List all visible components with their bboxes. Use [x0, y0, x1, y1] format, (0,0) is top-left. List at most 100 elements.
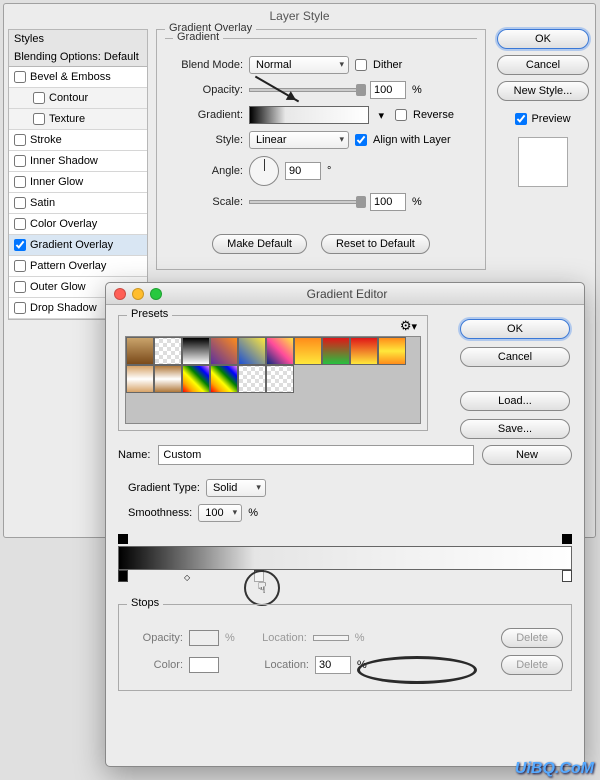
preset-swatch[interactable] [154, 365, 182, 393]
checkbox-satin[interactable] [14, 197, 26, 209]
cancel-button[interactable]: Cancel [497, 55, 589, 75]
style-select[interactable]: Linear [249, 131, 349, 149]
preset-swatch[interactable] [238, 365, 266, 393]
style-label: Color Overlay [30, 218, 97, 230]
style-item-stroke[interactable]: Stroke [9, 130, 147, 151]
align-checkbox[interactable] [355, 134, 367, 146]
save-button[interactable]: Save... [460, 419, 570, 439]
stops-legend: Stops [127, 597, 163, 609]
checkbox-contour[interactable] [33, 92, 45, 104]
style-item-texture[interactable]: Texture [9, 109, 147, 130]
dither-checkbox[interactable] [355, 59, 367, 71]
midpoint-icon[interactable]: ◇ [184, 573, 190, 582]
pct-label: % [357, 659, 367, 671]
delete-color-stop-button[interactable]: Delete [501, 655, 563, 675]
gradient-swatch[interactable]: ▾ [249, 106, 369, 124]
opacity-stops-track[interactable] [118, 534, 572, 546]
preview-checkbox[interactable] [515, 113, 527, 125]
gear-icon[interactable]: ⚙▾ [400, 318, 417, 334]
style-label: Style: [173, 134, 243, 146]
blending-options-row[interactable]: Blending Options: Default [8, 48, 148, 66]
color-stops-track[interactable]: ◇ [118, 570, 572, 586]
watermark: UiBQ.CoM [515, 760, 594, 778]
blendmode-label: Blend Mode: [173, 59, 243, 71]
preset-swatch[interactable] [350, 337, 378, 365]
color-stop[interactable] [562, 570, 572, 582]
style-item-contour[interactable]: Contour [9, 88, 147, 109]
checkbox-bevel[interactable] [14, 71, 26, 83]
opacity-label: Opacity: [173, 84, 243, 96]
opacity-input[interactable]: 100 [370, 81, 406, 99]
ok-button[interactable]: OK [497, 29, 589, 49]
make-default-button[interactable]: Make Default [212, 234, 307, 254]
preset-swatch[interactable] [266, 365, 294, 393]
slider-knob[interactable] [356, 84, 366, 96]
preset-swatch[interactable] [322, 337, 350, 365]
style-item-innershadow[interactable]: Inner Shadow [9, 151, 147, 172]
stop-opacity-location-input[interactable] [313, 635, 349, 641]
preset-swatch[interactable] [126, 365, 154, 393]
chevron-down-icon[interactable]: ▾ [378, 109, 384, 122]
checkbox-innerglow[interactable] [14, 176, 26, 188]
preset-swatch[interactable] [378, 337, 406, 365]
style-label: Contour [49, 92, 88, 104]
new-style-button[interactable]: New Style... [497, 81, 589, 101]
checkbox-patternoverlay[interactable] [14, 260, 26, 272]
color-stop[interactable] [118, 570, 128, 582]
delete-opacity-stop-button[interactable]: Delete [501, 628, 563, 648]
titlebar[interactable]: Gradient Editor [106, 283, 584, 305]
checkbox-outerglow[interactable] [14, 281, 26, 293]
smoothness-select[interactable]: 100 [198, 504, 242, 522]
angle-input[interactable]: 90 [285, 162, 321, 180]
preset-swatch[interactable] [238, 337, 266, 365]
style-label: Gradient Overlay [30, 239, 113, 251]
checkbox-dropshadow[interactable] [14, 302, 26, 314]
gradient-type-select[interactable]: Solid [206, 479, 266, 497]
layer-style-title: Layer Style [4, 4, 595, 28]
preset-swatch[interactable] [126, 337, 154, 365]
style-item-gradientoverlay[interactable]: Gradient Overlay [9, 235, 147, 256]
style-item-coloroverlay[interactable]: Color Overlay [9, 214, 147, 235]
name-input[interactable] [158, 445, 474, 465]
style-item-satin[interactable]: Satin [9, 193, 147, 214]
preset-swatch[interactable] [182, 337, 210, 365]
checkbox-texture[interactable] [33, 113, 45, 125]
style-item-patternoverlay[interactable]: Pattern Overlay [9, 256, 147, 277]
blendmode-select[interactable]: Normal [249, 56, 349, 74]
preset-swatch[interactable] [294, 337, 322, 365]
styles-header[interactable]: Styles [8, 29, 148, 48]
stop-opacity-select[interactable] [189, 630, 219, 646]
opacity-stop[interactable] [118, 534, 128, 544]
style-label: Pattern Overlay [30, 260, 106, 272]
checkbox-innershadow[interactable] [14, 155, 26, 167]
presets-legend: Presets [127, 308, 172, 320]
gradient-bar[interactable] [118, 546, 572, 570]
preset-swatch-grid [125, 336, 421, 424]
scale-input[interactable]: 100 [370, 193, 406, 211]
checkbox-coloroverlay[interactable] [14, 218, 26, 230]
preset-swatch[interactable] [154, 337, 182, 365]
slider-knob[interactable] [356, 196, 366, 208]
new-button[interactable]: New [482, 445, 572, 465]
reset-default-button[interactable]: Reset to Default [321, 234, 430, 254]
opacity-stop[interactable] [562, 534, 572, 544]
scale-slider[interactable] [249, 200, 364, 204]
pct-label: % [355, 632, 365, 644]
ok-button[interactable]: OK [460, 319, 570, 339]
preset-swatch[interactable] [266, 337, 294, 365]
checkbox-gradientoverlay[interactable] [14, 239, 26, 251]
stop-location-input[interactable]: 30 [315, 656, 351, 674]
preset-swatch[interactable] [210, 365, 238, 393]
checkbox-stroke[interactable] [14, 134, 26, 146]
load-button[interactable]: Load... [460, 391, 570, 411]
blendmode-value: Normal [256, 59, 291, 71]
stop-color-swatch[interactable] [189, 657, 219, 673]
reverse-checkbox[interactable] [395, 109, 407, 121]
style-item-bevel[interactable]: Bevel & Emboss [9, 67, 147, 88]
style-item-innerglow[interactable]: Inner Glow [9, 172, 147, 193]
opacity-slider[interactable] [249, 88, 364, 92]
preset-swatch[interactable] [182, 365, 210, 393]
cancel-button[interactable]: Cancel [460, 347, 570, 367]
preset-swatch[interactable] [210, 337, 238, 365]
angle-wheel[interactable] [249, 156, 279, 186]
